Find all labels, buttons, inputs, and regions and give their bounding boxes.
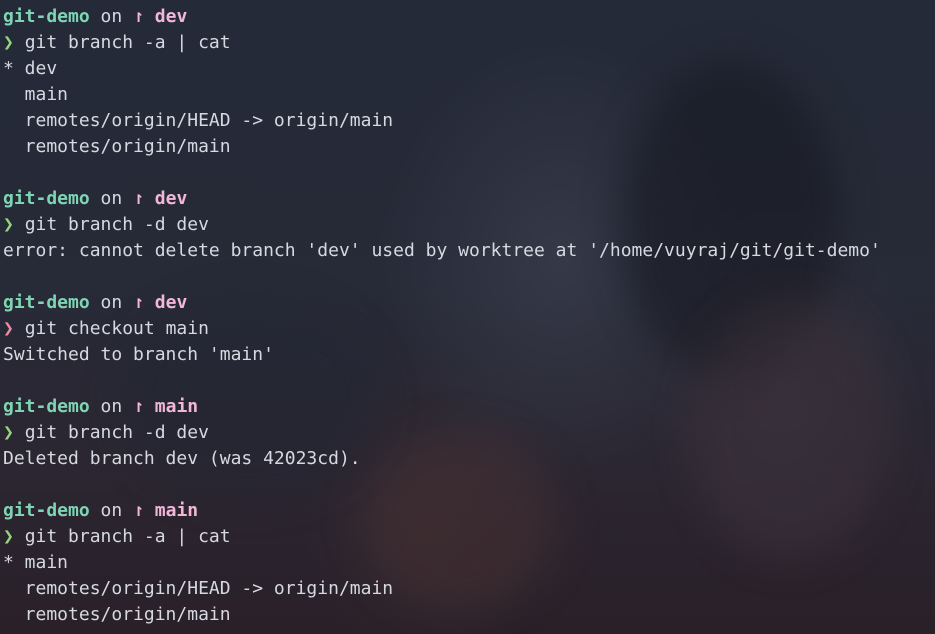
command-line: ❯ git branch -a | cat [3,30,933,56]
command-line: ❯ git checkout main [3,316,933,342]
prompt-header: git-demo on ↾ main [3,394,933,420]
repo-name: git-demo [3,188,90,209]
prompt-header: git-demo on ↾ main [3,498,933,524]
git-branch-icon: ↾ [133,6,144,27]
branch-name: main [154,396,199,417]
on-label: on [100,188,123,209]
on-label: on [100,500,123,521]
command-line: ❯ git branch -a | cat [3,524,933,550]
repo-name: git-demo [3,292,90,313]
terminal-output[interactable]: git-demo on ↾ dev ❯ git branch -a | cat … [3,4,933,628]
output-line: remotes/origin/HEAD -> origin/main [3,578,394,599]
on-label: on [100,396,123,417]
on-label: on [100,6,123,27]
output-line: * main [3,552,69,573]
command-line: ❯ git branch -d dev [3,212,933,238]
output-line: Switched to branch 'main' [3,344,274,365]
command-text: git checkout main [24,318,209,339]
prompt-header: git-demo on ↾ dev [3,290,933,316]
command-text: git branch -d dev [24,214,209,235]
repo-name: git-demo [3,396,90,417]
prompt-chevron-icon: ❯ [3,422,14,443]
branch-name: main [154,500,199,521]
output-line: error: cannot delete branch 'dev' used b… [3,240,881,261]
output-line: remotes/origin/HEAD -> origin/main [3,110,394,131]
output-line: * dev [3,58,58,79]
command-text: git branch -a | cat [24,526,231,547]
output-line: remotes/origin/main [3,604,231,625]
prompt-chevron-icon: ❯ [3,318,14,339]
git-branch-icon: ↾ [133,292,144,313]
command-text: git branch -d dev [24,422,209,443]
on-label: on [100,292,123,313]
repo-name: git-demo [3,6,90,27]
command-line: ❯ git branch -d dev [3,420,933,446]
prompt-header: git-demo on ↾ dev [3,4,933,30]
output-line: Deleted branch dev (was 42023cd). [3,448,361,469]
output-line: remotes/origin/main [3,136,231,157]
prompt-chevron-icon: ❯ [3,526,14,547]
repo-name: git-demo [3,500,90,521]
branch-name: dev [154,6,188,27]
prompt-header: git-demo on ↾ dev [3,186,933,212]
branch-name: dev [154,292,188,313]
git-branch-icon: ↾ [133,500,144,521]
branch-name: dev [154,188,188,209]
git-branch-icon: ↾ [133,188,144,209]
prompt-chevron-icon: ❯ [3,32,14,53]
prompt-chevron-icon: ❯ [3,214,14,235]
command-text: git branch -a | cat [24,32,231,53]
git-branch-icon: ↾ [133,396,144,417]
output-line: main [3,84,69,105]
